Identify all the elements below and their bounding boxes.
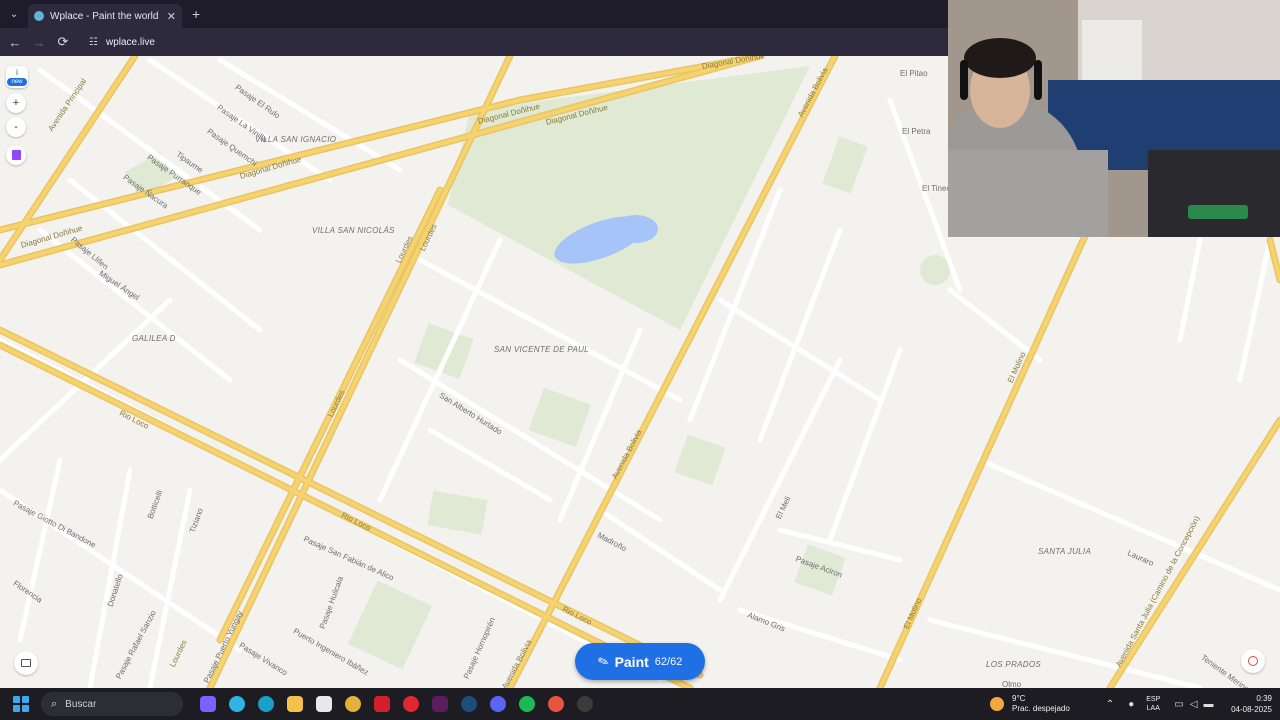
twitch-icon bbox=[11, 150, 21, 160]
info-button[interactable]: i new bbox=[6, 66, 28, 88]
map-label: Villa San Ignacio bbox=[255, 135, 337, 144]
new-tab-button[interactable]: + bbox=[192, 6, 200, 22]
editor-app-icon[interactable] bbox=[425, 688, 454, 720]
close-tab-icon[interactable]: ✕ bbox=[167, 10, 176, 23]
screen: ⌄ Wplace - Paint the world ✕ + ← → ⟳ ☷ w… bbox=[0, 0, 1280, 720]
search-placeholder: Buscar bbox=[65, 698, 97, 710]
paint-charges: 62/62 bbox=[654, 655, 683, 668]
search-icon: ⌕ bbox=[51, 697, 58, 710]
lang-bottom: LAA bbox=[1146, 705, 1160, 712]
back-button[interactable]: ← bbox=[3, 30, 27, 54]
tab-list-button[interactable]: ⌄ bbox=[2, 4, 26, 24]
github-app-icon[interactable] bbox=[570, 688, 599, 720]
info-icon: i bbox=[16, 68, 18, 77]
webcam-overlay bbox=[948, 0, 1280, 237]
site-info-icon[interactable]: ☷ bbox=[89, 37, 98, 48]
locate-button[interactable] bbox=[1241, 649, 1265, 673]
twitch-button[interactable] bbox=[6, 145, 26, 165]
address-bar[interactable]: ☷ wplace.live bbox=[81, 31, 931, 53]
tab-wplace[interactable]: Wplace - Paint the world ✕ bbox=[28, 4, 182, 28]
network-icon[interactable]: ▭ bbox=[1174, 699, 1183, 710]
clock[interactable]: 0:39 04-08-2025 bbox=[1220, 693, 1272, 715]
app-icon[interactable] bbox=[222, 688, 251, 720]
taskbar: ⌕ Buscar 9°C Prac. despejado ⌃ ● ESP LAA… bbox=[0, 688, 1280, 720]
weather-temp: 9°C bbox=[1012, 694, 1026, 703]
webcam-image bbox=[948, 0, 1280, 237]
map-label: Olmo bbox=[1002, 680, 1022, 688]
clock-date: 04-08-2025 bbox=[1231, 705, 1272, 714]
reload-button[interactable]: ⟳ bbox=[51, 30, 75, 54]
volume-icon[interactable]: ◁ bbox=[1190, 699, 1198, 710]
map-label: San Vicente de Paul bbox=[494, 345, 589, 354]
zoom-in-button[interactable]: + bbox=[6, 93, 26, 113]
image-icon bbox=[21, 659, 31, 667]
map-label: El Pitao bbox=[900, 69, 928, 78]
url-text: wplace.live bbox=[105, 36, 155, 48]
map-label: Villa San Nicolás bbox=[312, 226, 395, 235]
chrome-profile-app-icon[interactable] bbox=[541, 688, 570, 720]
language-indicator[interactable]: ESP LAA bbox=[1146, 695, 1160, 713]
weather-widget[interactable]: 9°C Prac. despejado bbox=[990, 694, 1070, 714]
system-tray: 9°C Prac. despejado ⌃ ● ESP LAA ▭ ◁ ▬ bbox=[990, 688, 1213, 720]
tray-chevron-icon[interactable]: ⌃ bbox=[1106, 699, 1114, 710]
copilot-app-icon[interactable] bbox=[193, 688, 222, 720]
browser-toolbar: ← → ⟳ ☷ wplace.live bbox=[0, 28, 948, 56]
netflix-app-icon[interactable] bbox=[367, 688, 396, 720]
brush-icon: ✎ bbox=[595, 652, 611, 670]
weather-icon bbox=[990, 697, 1004, 711]
paint-label: Paint bbox=[614, 653, 649, 670]
start-button[interactable] bbox=[13, 696, 29, 712]
map-label: El Tineo bbox=[922, 184, 951, 193]
steam-app-icon[interactable] bbox=[454, 688, 483, 720]
opera-app-icon[interactable] bbox=[396, 688, 425, 720]
map-label: Los Prados bbox=[986, 660, 1042, 669]
wplace-favicon-icon bbox=[34, 11, 44, 21]
tab-bar: ⌄ Wplace - Paint the world ✕ + bbox=[0, 0, 948, 28]
lang-top: ESP bbox=[1146, 696, 1161, 703]
zoom-out-button[interactable]: - bbox=[6, 117, 26, 137]
gallery-button[interactable] bbox=[14, 651, 38, 675]
microphone-icon[interactable]: ● bbox=[1128, 699, 1134, 710]
pond-lobe bbox=[614, 215, 658, 243]
store-app-icon[interactable] bbox=[309, 688, 338, 720]
taskbar-search[interactable]: ⌕ Buscar bbox=[41, 692, 183, 716]
chrome-app-icon[interactable] bbox=[338, 688, 367, 720]
map-label: El Petra bbox=[902, 127, 931, 136]
target-icon bbox=[1248, 656, 1258, 666]
battery-icon[interactable]: ▬ bbox=[1203, 699, 1213, 710]
map-label: Santa Julia bbox=[1038, 547, 1092, 556]
new-badge: new bbox=[7, 78, 27, 86]
clock-time: 0:39 bbox=[1256, 694, 1272, 703]
edge-app-icon[interactable] bbox=[251, 688, 280, 720]
forward-button[interactable]: → bbox=[27, 30, 51, 54]
paint-button[interactable]: ✎ Paint 62/62 bbox=[575, 643, 705, 680]
spotify-app-icon[interactable] bbox=[512, 688, 541, 720]
file-explorer-app-icon[interactable] bbox=[280, 688, 309, 720]
tab-title: Wplace - Paint the world bbox=[50, 10, 159, 22]
weather-desc: Prac. despejado bbox=[1012, 704, 1070, 713]
map-label: Galilea D bbox=[132, 334, 176, 343]
taskbar-apps bbox=[193, 688, 599, 720]
discord-app-icon[interactable] bbox=[483, 688, 512, 720]
